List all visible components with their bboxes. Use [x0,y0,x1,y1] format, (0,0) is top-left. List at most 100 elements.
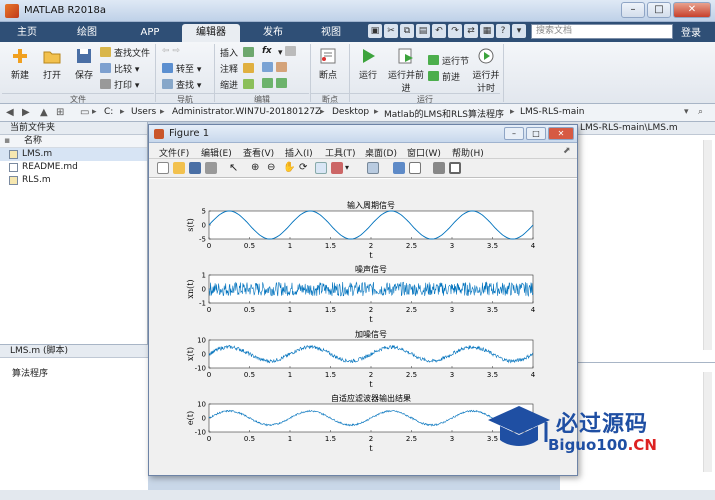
column-header[interactable]: ▪ 名称 [0,135,147,148]
address-dropdown-icon[interactable]: ▾ [684,107,689,117]
menu-file[interactable]: 文件(F) [159,146,189,159]
show-plot-tools-icon[interactable] [449,162,461,174]
menu-insert[interactable]: 插入(I) [285,146,313,159]
editor-scrollbar[interactable] [703,140,712,350]
plot-title: 噪声信号 [355,264,387,274]
details-description: 算法程序 [12,369,49,379]
new-figure-icon[interactable] [157,162,169,174]
y-tick-label: 1 [202,272,206,280]
breadcrumb-users[interactable]: Users [131,107,156,117]
rotate-3d-icon[interactable]: ⟳ [299,162,311,174]
figure-minimize-button[interactable]: – [504,127,524,140]
minimize-button[interactable]: – [621,2,645,18]
quick-help-icon[interactable]: ? [496,24,510,38]
quick-copy-icon[interactable]: ⧉ [400,24,414,38]
find-files-button[interactable]: 查找文件 [100,46,150,59]
x-tick-label: 2 [369,306,373,314]
menu-desktop[interactable]: 桌面(D) [365,146,397,159]
figure-close-button[interactable]: ✕ [548,127,574,140]
tab-editor[interactable]: 编辑器 [182,24,240,42]
new-button[interactable]: 新建 [6,46,34,81]
breadcrumb-drive[interactable]: C: [104,107,113,117]
breakpoints-button[interactable]: 断点 [314,46,342,81]
menu-help[interactable]: 帮助(H) [452,146,484,159]
comment-label: 注释 [220,65,239,75]
insert-function-button[interactable]: fx [262,46,272,56]
menu-window[interactable]: 窗口(W) [407,146,441,159]
goto-button[interactable]: 转至 ▾ [162,62,201,75]
nav-back-forward-icons: ⇦ ⇨ [162,46,180,56]
login-link[interactable]: 登录 [681,24,701,39]
breadcrumb-folder[interactable]: LMS-RLS-main [520,107,584,117]
indent-button[interactable]: 缩进 [220,78,257,91]
quick-switch-icon[interactable]: ⇄ [464,24,478,38]
address-search-icon[interactable]: ⌕ [698,107,703,117]
pointer-icon[interactable]: ↖ [229,162,241,174]
tab-apps[interactable]: APP [130,24,170,42]
run-advance-label: 运行并前进 [388,71,425,94]
quick-undo-icon[interactable]: ↶ [432,24,446,38]
column-name-label: 名称 [24,136,43,146]
insert-function-dropdown-icon[interactable]: ▾ [278,46,299,58]
folder-icon: ▭ [80,107,90,118]
compare-button[interactable]: 比较 ▾ [100,62,139,75]
quick-layout-icon[interactable]: ▦ [480,24,494,38]
figure-maximize-button[interactable]: □ [526,127,546,140]
undock-arrow-icon[interactable]: ⬈ [563,146,571,156]
search-documentation-input[interactable]: 搜索文档 [531,24,673,39]
menu-tools[interactable]: 工具(T) [325,146,356,159]
breadcrumb-project[interactable]: Matlab的LMS和RLS算法程序 [384,107,504,120]
run-button[interactable]: 运行 [354,46,382,81]
save-figure-icon[interactable] [189,162,201,174]
open-file-icon[interactable] [173,162,185,174]
up-folder-icon[interactable]: ▲ [40,107,48,118]
list-item[interactable]: LMS.m [0,148,147,161]
breadcrumb-user[interactable]: Administrator.WIN7U-20180127Z [172,107,321,117]
find-button[interactable]: 查找 ▾ [162,78,201,91]
browse-folder-icon[interactable]: ⊞ [56,107,64,118]
menu-edit[interactable]: 编辑(E) [201,146,232,159]
brush-icon[interactable] [331,162,343,174]
open-button[interactable]: 打开 [38,46,66,81]
quick-paste-icon[interactable]: ▤ [416,24,430,38]
close-button[interactable]: ✕ [673,2,711,18]
quick-dropdown-icon[interactable]: ▾ [512,24,526,38]
breakpoints-icon [320,48,336,64]
comment-tools-icons[interactable] [262,62,290,74]
advance-button[interactable]: 前进 [428,70,460,83]
indent-tools-icons[interactable] [262,78,290,90]
insert-button[interactable]: 插入 [220,46,257,59]
quick-redo-icon[interactable]: ↷ [448,24,462,38]
hide-plot-tools-icon[interactable] [433,162,445,174]
breadcrumb-desktop[interactable]: Desktop [332,107,369,117]
run-and-time-button[interactable]: 运行并计时 [472,46,500,94]
quick-cut-icon[interactable]: ✂ [384,24,398,38]
comment-button[interactable]: 注释 [220,62,257,75]
pan-hand-icon[interactable]: ✋ [283,162,295,174]
run-section-button[interactable]: 运行节 [428,54,469,67]
print-figure-icon[interactable] [205,162,217,174]
tab-publish[interactable]: 发布 [256,24,290,42]
back-arrow-icon[interactable]: ◀ [6,107,14,118]
maximize-button[interactable]: □ [647,2,671,18]
zoom-out-icon[interactable]: ⊖ [267,162,279,174]
list-item[interactable]: README.md [0,161,147,174]
zoom-in-icon[interactable]: ⊕ [251,162,263,174]
tab-plots[interactable]: 绘图 [70,24,104,42]
brush-dropdown-icon[interactable]: ▾ [345,162,357,174]
save-button[interactable]: 保存 [70,46,98,81]
menu-view[interactable]: 查看(V) [243,146,274,159]
legend-icon[interactable] [409,162,421,174]
list-item[interactable]: RLS.m [0,174,147,187]
print-button[interactable]: 打印 ▾ [100,78,139,91]
quick-save-icon[interactable]: ▣ [368,24,382,38]
run-and-advance-button[interactable]: 运行并前进 [388,46,424,94]
find-label: 查找 [176,81,195,91]
colorbar-icon[interactable] [393,162,405,174]
data-cursor-icon[interactable] [315,162,327,174]
forward-arrow-icon[interactable]: ▶ [22,107,30,118]
link-plot-icon[interactable] [367,162,379,174]
tab-home[interactable]: 主页 [10,24,44,42]
tab-view[interactable]: 视图 [314,24,348,42]
y-tick-label: 10 [197,401,206,409]
